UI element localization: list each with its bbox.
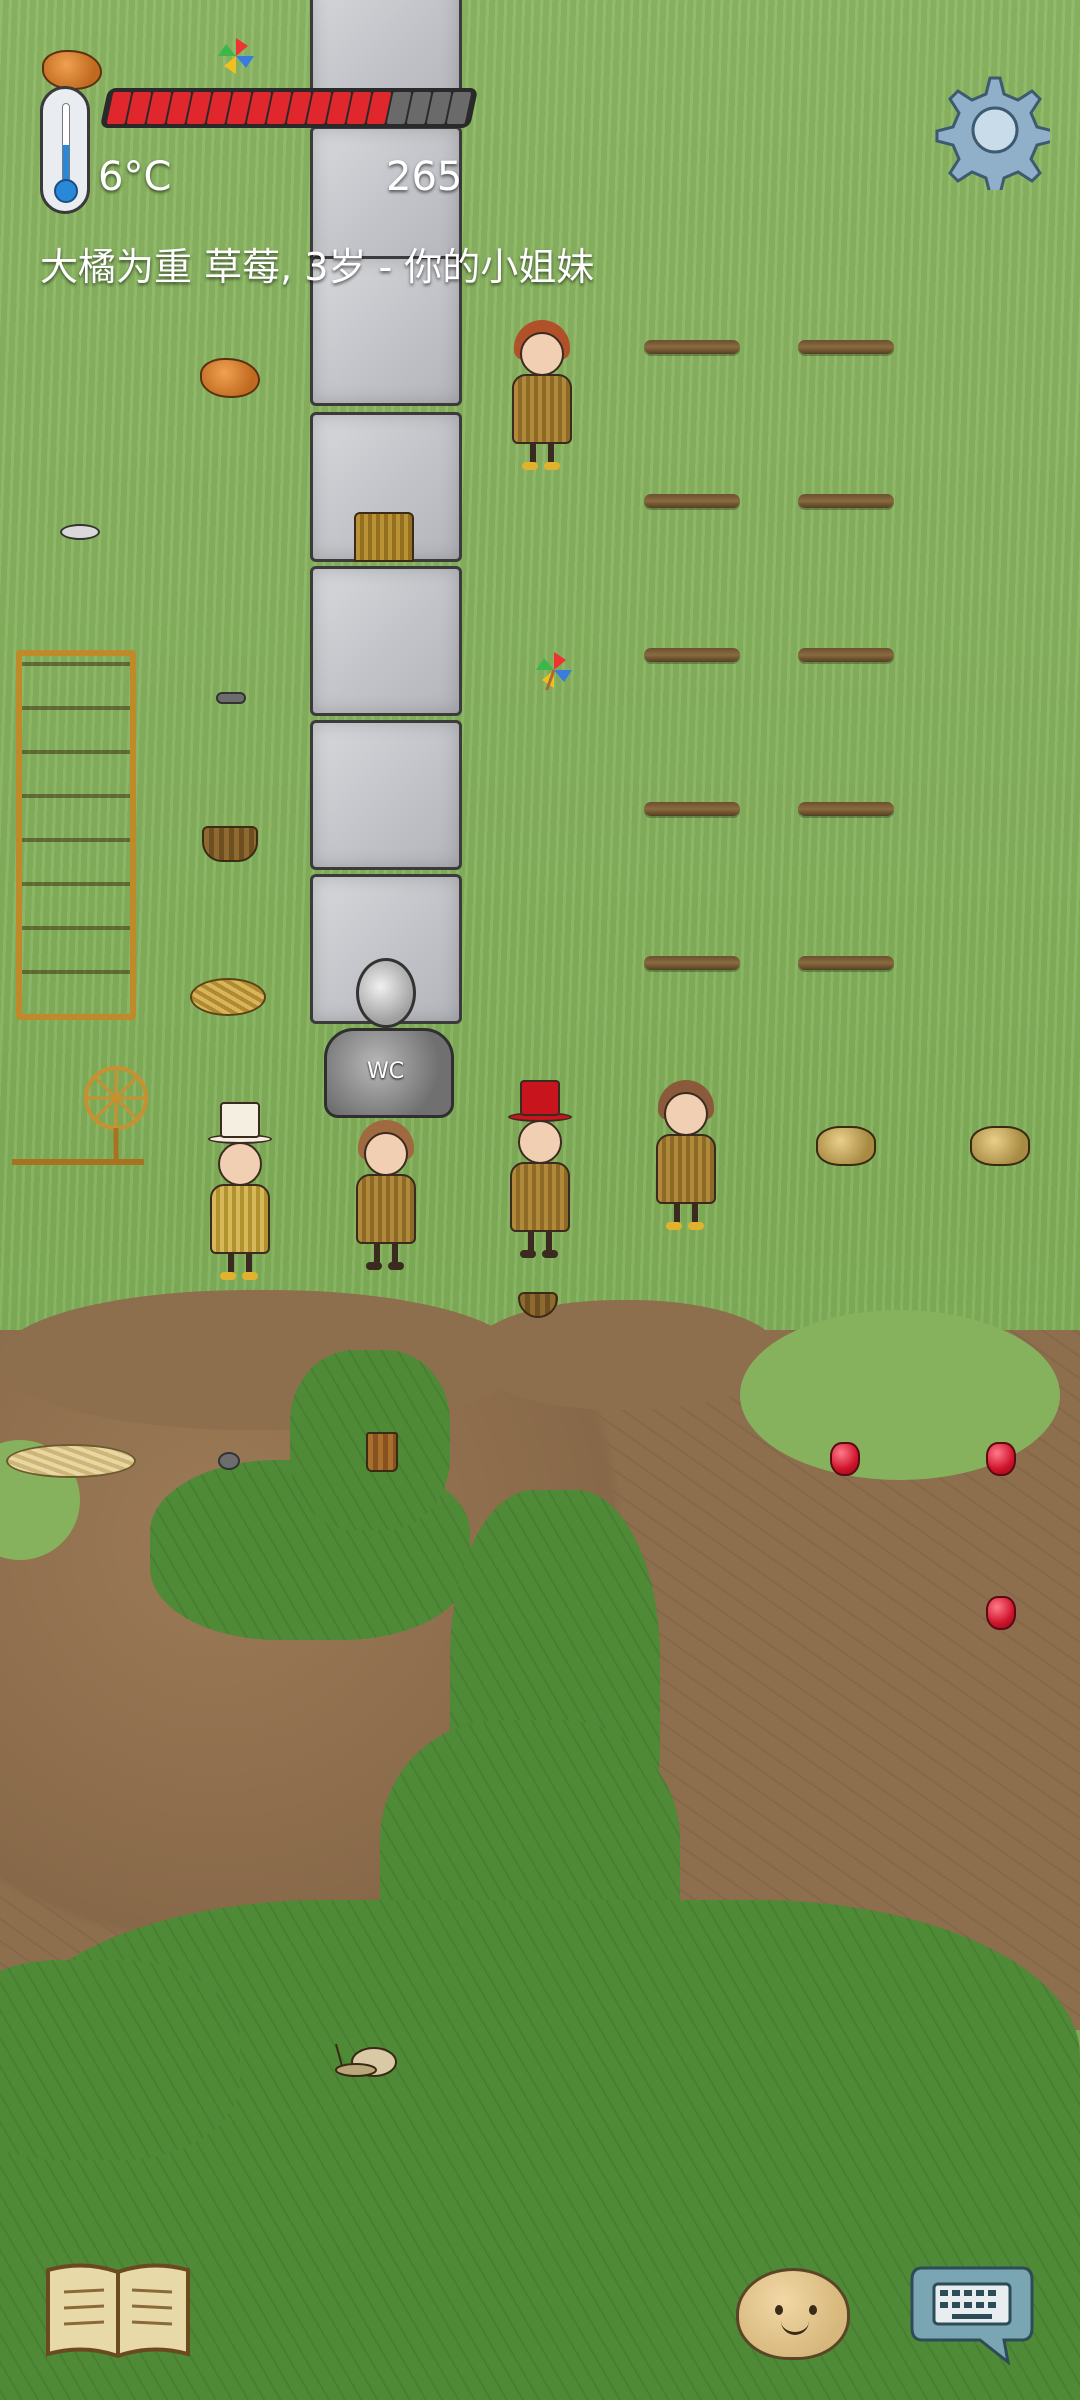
basket[interactable] <box>202 826 258 862</box>
food-meter <box>99 88 479 128</box>
wooden-bucket[interactable] <box>366 1432 398 1472</box>
flat-stone[interactable] <box>216 692 246 704</box>
furrow[interactable] <box>644 340 740 354</box>
dirt-edge <box>470 1300 780 1410</box>
face-emote-icon[interactable] <box>736 2268 850 2360</box>
keyboard-chat-icon[interactable] <box>908 2258 1036 2368</box>
player-character[interactable] <box>346 1120 426 1270</box>
furrow[interactable] <box>798 648 894 662</box>
furrow[interactable] <box>798 494 894 508</box>
thermometer-icon <box>40 86 90 214</box>
road-stone <box>310 566 462 716</box>
spinning-wheel[interactable] <box>8 1062 148 1172</box>
pinwheel-toy[interactable] <box>534 650 574 721</box>
snail[interactable] <box>334 2030 404 2080</box>
villager-red-hat[interactable] <box>500 1080 580 1258</box>
player-info: 大橘为重 草莓, 3岁 - 你的小姐妹 <box>40 245 595 289</box>
well-label: WC <box>367 1059 405 1084</box>
temperature-readout: 6°C <box>98 154 172 200</box>
yum-counter: 265 <box>386 154 463 200</box>
hay-pile[interactable] <box>6 1444 136 1478</box>
villager[interactable] <box>646 1080 726 1230</box>
furrow[interactable] <box>644 802 740 816</box>
dug-burrow[interactable] <box>970 1126 1030 1166</box>
villager[interactable] <box>502 320 582 470</box>
copper-ore[interactable] <box>200 358 260 398</box>
dug-burrow[interactable] <box>816 1126 876 1166</box>
dark-grass <box>0 1960 240 2160</box>
red-gem[interactable] <box>986 1596 1016 1630</box>
stone-well[interactable]: WC <box>324 1028 454 1118</box>
round-stone[interactable] <box>218 1452 240 1470</box>
copper-ore[interactable] <box>42 50 102 90</box>
red-gem[interactable] <box>830 1442 860 1476</box>
furrow[interactable] <box>798 956 894 970</box>
pebbles[interactable] <box>60 524 100 540</box>
wooden-shelf[interactable] <box>16 650 136 1020</box>
game-world[interactable]: WC <box>0 0 1080 2400</box>
villager-white-hat[interactable] <box>200 1102 280 1280</box>
furrow[interactable] <box>644 648 740 662</box>
road-stone <box>310 720 462 870</box>
furrow[interactable] <box>644 956 740 970</box>
pinwheel-toy[interactable] <box>216 36 256 76</box>
straw-hat[interactable] <box>190 978 266 1016</box>
reed-bundle[interactable] <box>354 512 414 562</box>
furrow[interactable] <box>644 494 740 508</box>
gear-icon[interactable] <box>930 70 1055 196</box>
well-pulley[interactable] <box>356 958 416 1028</box>
furrow[interactable] <box>798 802 894 816</box>
furrow[interactable] <box>798 340 894 354</box>
book-icon[interactable] <box>44 2260 192 2360</box>
red-gem[interactable] <box>986 1442 1016 1476</box>
